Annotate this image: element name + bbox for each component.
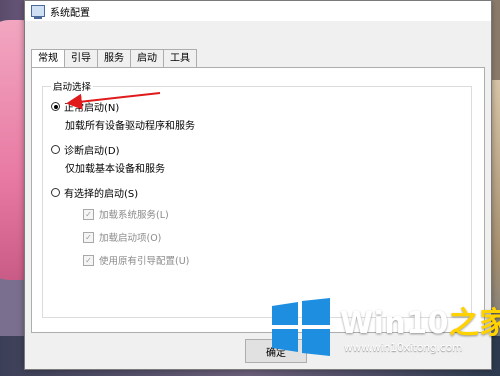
diagnostic-startup-description: 仅加载基本设备和服务 xyxy=(65,164,165,175)
radio-indicator[interactable] xyxy=(51,188,60,197)
monitor-icon xyxy=(31,5,45,19)
watermark-brand-main: Win10 xyxy=(340,306,449,341)
checkbox-use-original-boot-config[interactable]: ✓ 使用原有引导配置(U) xyxy=(83,253,189,267)
radio-diagnostic-startup[interactable]: 诊断启动(D) xyxy=(51,142,120,157)
radio-selective-startup[interactable]: 有选择的启动(S) xyxy=(51,185,138,200)
startup-selection-group: 启动选择 正常启动(N) 加载所有设备驱动程序和服务 诊断启动(D) 仅加载基本… xyxy=(42,79,472,318)
checkbox-label: 使用原有引导配置(U) xyxy=(99,256,190,267)
checkbox-label: 加载系统服务(L) xyxy=(99,210,169,221)
watermark: Win10之家 www.win10xitong.com xyxy=(268,296,500,360)
radio-indicator[interactable] xyxy=(51,145,60,154)
radio-diagnostic-label: 诊断启动(D) xyxy=(64,146,120,157)
tab-tools[interactable]: 工具 xyxy=(163,49,197,67)
window-title: 系统配置 xyxy=(50,7,90,19)
general-tab-panel: 启动选择 正常启动(N) 加载所有设备驱动程序和服务 诊断启动(D) 仅加载基本… xyxy=(31,67,485,333)
tab-boot[interactable]: 引导 xyxy=(64,49,98,67)
checkmark-icon: ✓ xyxy=(83,231,94,243)
checkmark-icon: ✓ xyxy=(83,254,94,266)
radio-indicator-checked[interactable] xyxy=(51,102,60,111)
group-label: 启动选择 xyxy=(51,79,94,93)
checkbox-load-startup-items[interactable]: ✓ 加载启动项(O) xyxy=(83,230,161,244)
checkbox-label: 加载启动项(O) xyxy=(99,233,162,244)
checkbox-load-system-services[interactable]: ✓ 加载系统服务(L) xyxy=(83,207,169,221)
tab-services[interactable]: 服务 xyxy=(97,49,131,67)
windows-logo-icon xyxy=(272,298,330,356)
title-bar[interactable]: 系统配置 xyxy=(25,1,491,21)
radio-normal-startup[interactable]: 正常启动(N) xyxy=(51,99,119,114)
tab-startup[interactable]: 启动 xyxy=(130,49,164,67)
radio-selective-label: 有选择的启动(S) xyxy=(64,189,139,200)
watermark-url: www.win10xitong.com xyxy=(344,342,463,354)
tab-general[interactable]: 常规 xyxy=(31,49,65,68)
checkmark-icon: ✓ xyxy=(83,208,94,220)
normal-startup-description: 加载所有设备驱动程序和服务 xyxy=(65,121,195,132)
watermark-brand: Win10之家 xyxy=(340,298,500,342)
tab-strip: 常规 引导 服务 启动 工具 xyxy=(31,49,197,68)
watermark-brand-accent: 之家 xyxy=(448,306,500,341)
radio-normal-label: 正常启动(N) xyxy=(64,103,120,114)
